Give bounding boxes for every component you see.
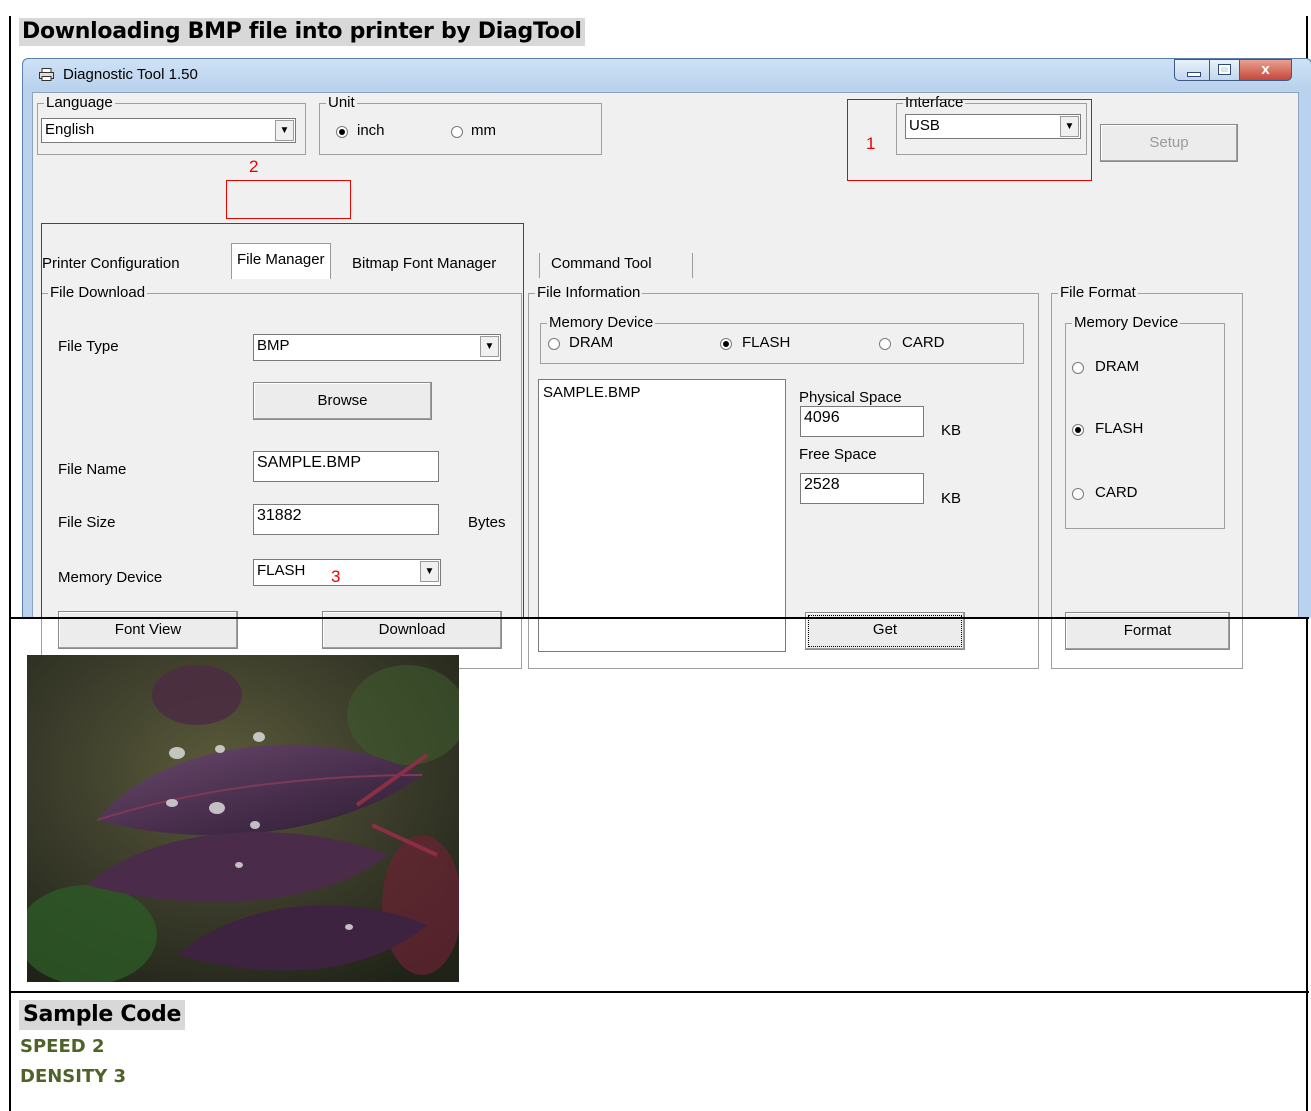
format-flash-label: FLASH [1095,420,1144,437]
code-line: SPEED 2 [20,1036,105,1057]
setup-button[interactable]: Setup [1100,124,1238,162]
physical-space-value: 4096 [804,409,840,426]
info-memory-device-group: Memory Device DRAM FLASH CARD [540,314,1024,364]
section-heading: Downloading BMP file into printer by Dia… [19,18,585,46]
get-label: Get [872,621,898,638]
language-select[interactable]: English ▼ [41,118,296,143]
info-card-radio[interactable] [879,338,891,350]
language-group: Language English ▼ [37,94,306,155]
tab-separator [539,253,540,278]
leaf-photo [27,655,459,982]
annotation-number-2: 2 [249,157,259,176]
physical-space-unit: KB [941,422,962,439]
maximize-icon [1218,64,1231,75]
file-format-group: File Format Memory Device DRAM FLASH CAR… [1051,284,1243,669]
format-label: Format [1123,622,1172,639]
annotation-box-interface [847,99,1092,181]
sample-code-heading: Sample Code [19,1000,186,1030]
language-value: English [45,121,95,138]
setup-label: Setup [1149,134,1189,151]
font-view-label: Font View [114,621,182,638]
free-space-unit: KB [941,490,962,507]
file-information-group: File Information Memory Device DRAM FLAS… [528,284,1039,669]
info-dram-label: DRAM [569,334,614,351]
window-title-bar[interactable]: Diagnostic Tool 1.50 x [23,59,1311,91]
tab-separator [692,253,693,278]
list-item[interactable]: SAMPLE.BMP [543,384,641,401]
physical-space-label: Physical Space [799,389,902,406]
format-flash-radio[interactable] [1072,424,1084,436]
close-button[interactable]: x [1240,59,1292,81]
annotation-number-3: 3 [331,567,341,586]
unit-legend: Unit [326,94,357,112]
unit-mm-label: mm [471,122,496,139]
format-card-label: CARD [1095,484,1138,501]
format-memory-device-group: Memory Device DRAM FLASH CARD [1065,314,1225,529]
unit-mm-radio[interactable] [451,126,463,138]
window-title: Diagnostic Tool 1.50 [63,66,198,83]
info-flash-radio[interactable] [720,338,732,350]
file-format-legend: File Format [1058,284,1138,302]
unit-inch-label: inch [357,122,385,139]
unit-inch-radio[interactable] [336,126,348,138]
physical-space-field[interactable]: 4096 [800,406,924,437]
annotation-number-1: 1 [866,134,876,153]
free-space-label: Free Space [799,446,877,463]
table-row-divider [9,991,1309,993]
format-dram-label: DRAM [1095,358,1140,375]
free-space-value: 2528 [804,476,840,493]
file-information-legend: File Information [535,284,643,302]
free-space-field[interactable]: 2528 [800,473,924,504]
minimize-icon [1187,72,1201,77]
info-dram-radio[interactable] [548,338,560,350]
format-card-radio[interactable] [1072,488,1084,500]
annotation-box-file-download [41,223,524,618]
unit-group: Unit inch mm [319,94,602,155]
close-icon: x [1261,61,1270,78]
code-line: DENSITY 3 [20,1066,127,1087]
maximize-button[interactable] [1210,59,1240,81]
annotation-box-file-manager-tab [226,180,351,219]
info-card-label: CARD [902,334,945,351]
screenshot-bottom-edge [11,617,1309,619]
file-list[interactable]: SAMPLE.BMP [538,379,786,652]
minimize-button[interactable] [1174,59,1210,81]
info-memory-legend: Memory Device [547,314,656,332]
tab-command-tool[interactable]: Command Tool [546,248,657,279]
language-legend: Language [44,94,115,112]
info-flash-label: FLASH [742,334,791,351]
printer-icon [39,68,54,81]
format-dram-radio[interactable] [1072,362,1084,374]
format-memory-legend: Memory Device [1072,314,1181,332]
chevron-down-icon[interactable]: ▼ [275,120,294,141]
download-label: Download [378,621,446,638]
